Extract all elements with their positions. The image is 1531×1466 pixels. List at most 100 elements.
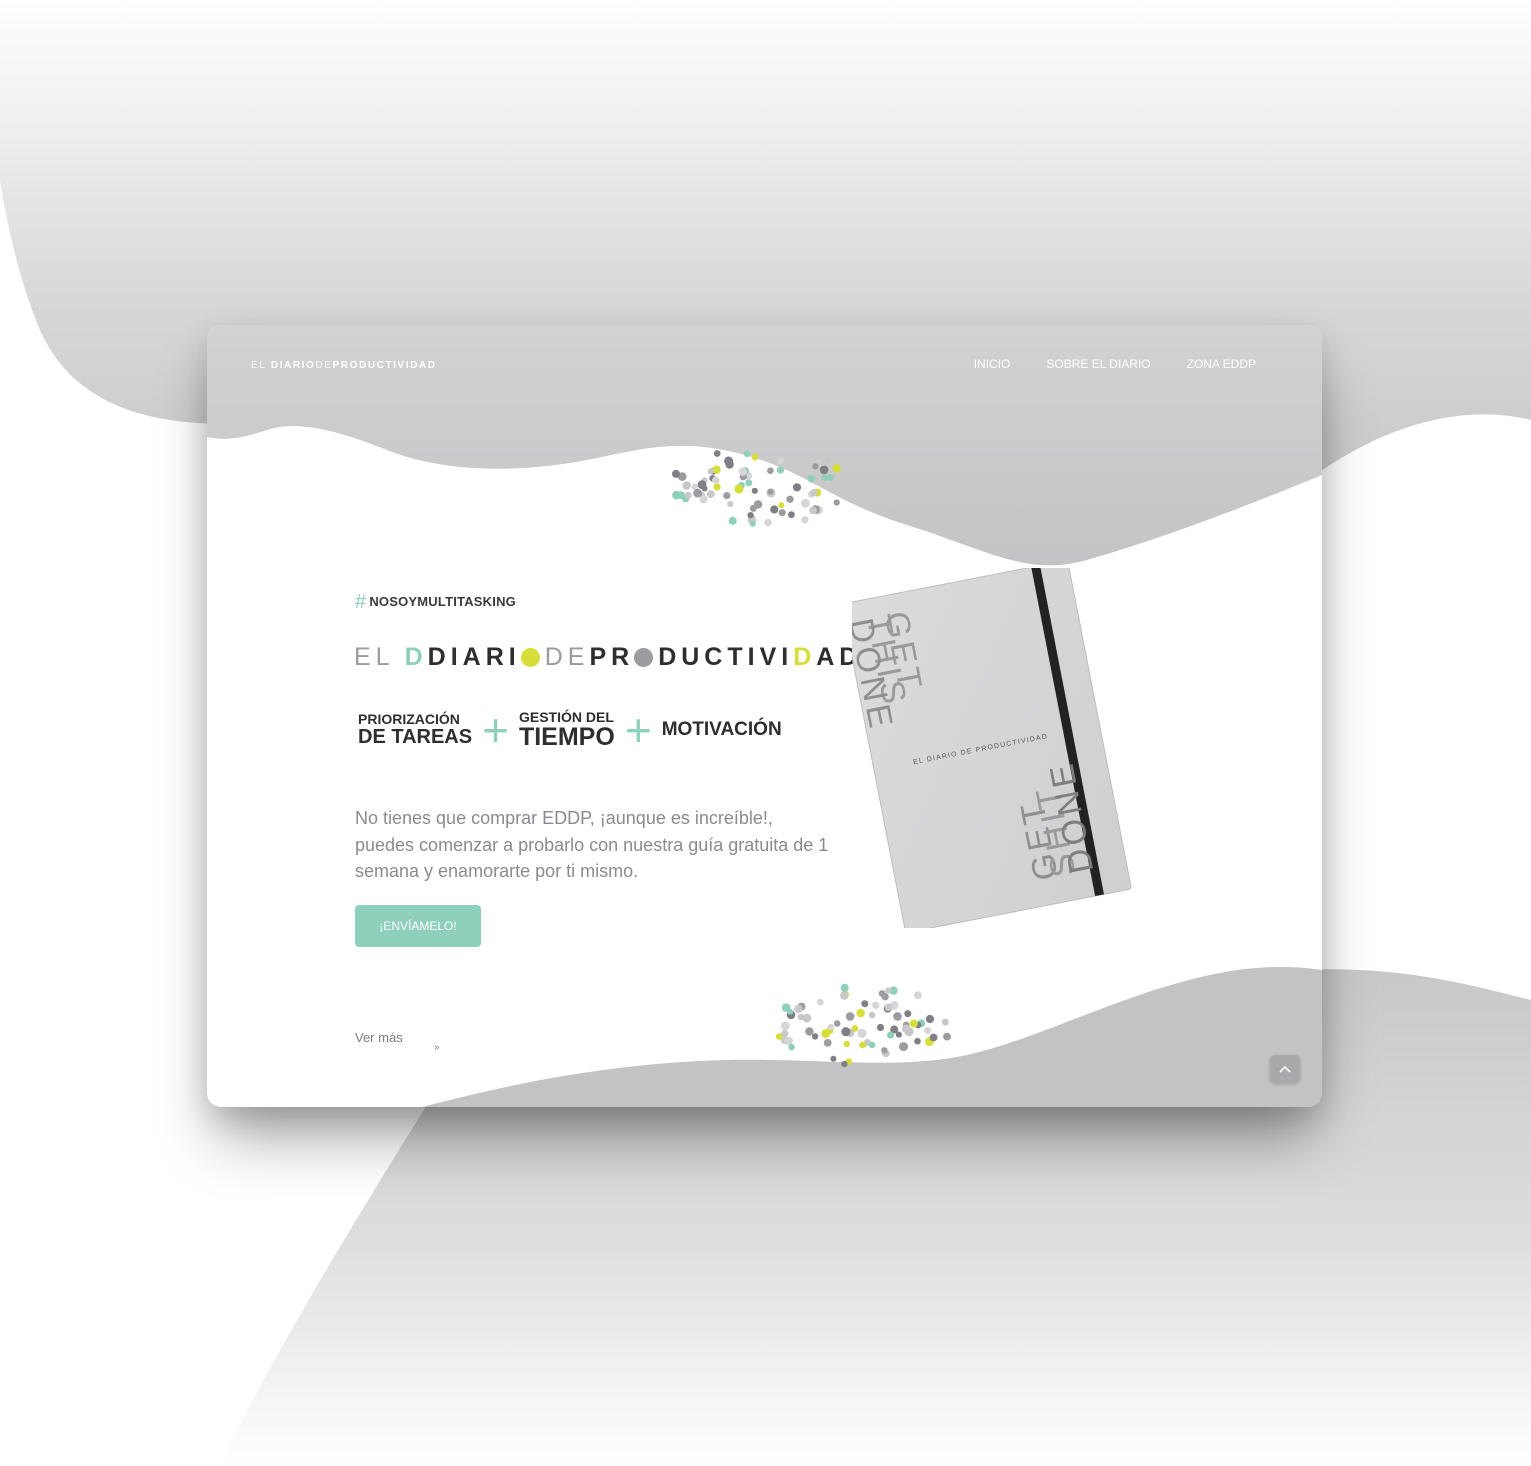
decorative-dot	[787, 1008, 794, 1015]
plus-icon: +	[624, 704, 652, 756]
decorative-dot	[826, 474, 834, 482]
decorative-dot	[845, 1012, 855, 1021]
decorative-dot	[749, 504, 757, 512]
decorative-dot	[832, 464, 841, 473]
decorative-dot	[777, 457, 784, 464]
decorative-dot	[781, 1030, 789, 1038]
decorative-dot	[699, 495, 708, 504]
send-guide-button[interactable]: ¡ENVÍAMELO!	[355, 905, 481, 947]
double-chevron-down-icon[interactable]: »	[434, 1042, 440, 1053]
decorative-dot	[812, 463, 819, 470]
decorative-dot	[904, 1010, 912, 1018]
decorative-dot	[749, 520, 756, 527]
decorative-dot	[901, 1024, 911, 1033]
decorative-dot	[728, 516, 737, 525]
decorative-dot	[788, 511, 795, 519]
formula-item-motivacion: MOTIVACIÓN	[661, 719, 782, 740]
decorative-dot	[859, 1041, 866, 1049]
decorative-dot	[781, 1021, 790, 1031]
decorative-dot	[682, 481, 691, 490]
website-window: EL DIARIODEPRODUCTIVIDAD INICIO SOBRE EL…	[207, 325, 1322, 1107]
hashtag-label: # NOSOYMULTITASKING	[355, 591, 516, 614]
decorative-dot	[943, 1032, 951, 1041]
decorative-dot	[801, 516, 809, 524]
decorative-dot	[856, 1008, 865, 1018]
decorative-dot	[833, 1020, 841, 1027]
logo-dot-gray	[634, 648, 654, 667]
decorative-dot	[909, 1019, 918, 1028]
decorative-dot	[713, 450, 721, 457]
decorative-dot	[929, 1033, 938, 1042]
decorative-dot	[833, 499, 840, 506]
decorative-dot	[840, 983, 849, 992]
decorative-dot	[885, 987, 892, 994]
decorative-dot	[841, 1060, 848, 1068]
decorative-dot	[738, 467, 748, 476]
decorative-dot	[857, 1028, 867, 1038]
decorative-dot	[751, 487, 758, 494]
decorative-dot	[764, 518, 772, 527]
decorative-dot	[734, 484, 744, 494]
decorative-dot	[797, 1013, 805, 1021]
decorative-dot	[770, 505, 779, 514]
decorative-dot	[697, 480, 707, 489]
hero-description: No tienes que comprar EDDP, ¡aunque es i…	[355, 808, 829, 881]
decorative-dot	[817, 998, 824, 1006]
decorative-dot	[776, 466, 785, 474]
hashtag-symbol: #	[355, 591, 367, 613]
decorative-dot	[727, 500, 734, 508]
decorative-dot	[824, 456, 833, 464]
decorative-dot	[747, 512, 754, 519]
decorative-dot	[672, 469, 680, 478]
decorative-dot	[805, 1027, 814, 1036]
decorative-dot	[887, 1031, 894, 1039]
brand-logo[interactable]: EL DIARIODEPRODUCTIVIDAD	[251, 360, 437, 371]
decorative-dot	[821, 474, 828, 481]
ver-mas-link[interactable]: Ver más	[355, 1030, 403, 1045]
decorative-dot	[767, 488, 774, 495]
decorative-dot	[843, 1040, 850, 1048]
chevron-up-icon	[1279, 1065, 1291, 1073]
nav-item-zona-eddp[interactable]: ZONA EDDP	[1187, 357, 1256, 371]
decorative-dot	[830, 1055, 837, 1062]
decorative-dot	[707, 468, 714, 475]
footer-wave	[422, 966, 1322, 1107]
decorative-dot	[712, 476, 720, 484]
decorative-dot	[778, 502, 785, 509]
decorative-dot	[884, 1003, 893, 1012]
decorative-dot	[788, 1044, 795, 1051]
decorative-dot	[925, 1014, 935, 1024]
decorative-dot	[743, 450, 751, 458]
hashtag-text: NOSOYMULTITASKING	[369, 594, 516, 609]
decorative-dot	[914, 1037, 921, 1045]
hero-logo: EL D DIARI DE PR DUCTIVI D AD	[354, 643, 863, 671]
decorative-dot	[712, 465, 721, 474]
decorative-dot	[811, 1033, 819, 1040]
plus-icon: +	[482, 704, 509, 756]
scroll-to-top-button[interactable]	[1270, 1055, 1300, 1083]
decorative-dot	[823, 1039, 832, 1047]
decorative-dot	[913, 991, 922, 1000]
decorative-dot	[876, 1023, 885, 1032]
decorative-dot	[794, 1004, 803, 1014]
decorative-dot	[899, 1042, 908, 1052]
nav-item-inicio[interactable]: INICIO	[974, 357, 1011, 371]
decorative-dot	[810, 489, 818, 497]
decorative-dot	[819, 465, 829, 475]
decorative-dot	[868, 1041, 876, 1049]
decorative-dot	[878, 990, 886, 997]
decorative-dot	[751, 453, 759, 461]
decorative-dot	[840, 991, 849, 1000]
decorative-dot	[941, 1018, 949, 1026]
decorative-dot	[672, 490, 681, 500]
logo-dot-yellow	[520, 648, 540, 667]
decorative-dot	[893, 1012, 902, 1021]
decorative-dot	[868, 1011, 876, 1019]
nav-item-sobre-el-diario[interactable]: SOBRE EL DIARIO	[1046, 357, 1150, 371]
decorative-dot	[792, 483, 802, 492]
decorative-dot	[827, 1023, 835, 1031]
decorative-dot	[872, 1001, 880, 1009]
decorative-dot	[841, 1027, 851, 1037]
main-nav: INICIO SOBRE EL DIARIO ZONA EDDP	[974, 357, 1256, 371]
dots-cluster-bottom	[775, 983, 951, 1068]
